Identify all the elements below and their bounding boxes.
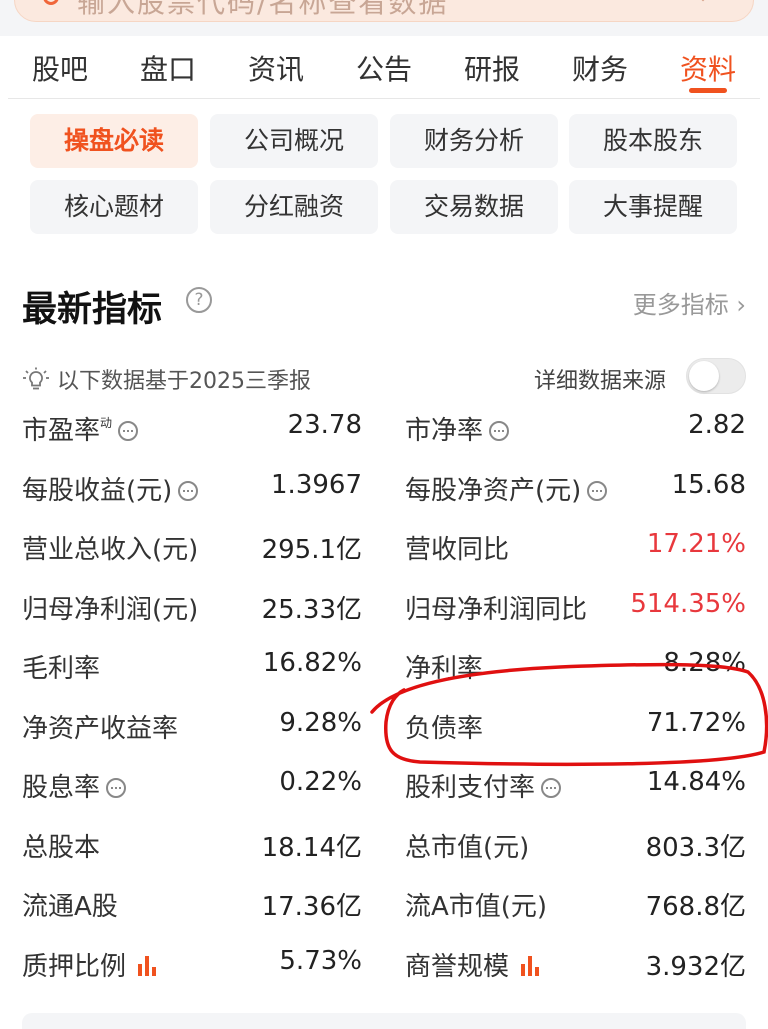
indicator-value: 768.8亿: [645, 892, 746, 922]
bar-chart-icon[interactable]: [519, 954, 545, 976]
indicator-label: 净利率: [405, 654, 484, 684]
question-circle-icon[interactable]: ?: [186, 287, 212, 313]
indicators-grid: 市盈率动 23.78 市净率 2.82 每股收益(元) 1.3967 每股净资产…: [0, 398, 768, 993]
indicator-label: 市净率: [405, 410, 510, 447]
indicator-label: 营收同比: [405, 535, 510, 565]
chip-company-overview[interactable]: 公司概况: [210, 114, 378, 168]
chip-dividend-financing[interactable]: 分红融资: [210, 180, 378, 234]
divider: [8, 98, 760, 99]
data-source-toggle[interactable]: [686, 358, 746, 394]
indicator-value: 514.35%: [630, 588, 746, 619]
indicator-value: 16.82%: [262, 648, 362, 678]
search-bar[interactable]: 输入股票代码/名称查看数据 ↗: [14, 0, 754, 22]
next-section-card: [22, 1013, 746, 1029]
data-basis-note: 以下数据基于2025三季报: [22, 363, 311, 395]
chip-trading-essentials[interactable]: 操盘必读: [30, 114, 198, 168]
chevron-right-icon: ›: [736, 291, 746, 319]
bar-chart-icon[interactable]: [136, 954, 162, 976]
indicator-value: 15.68: [671, 469, 746, 500]
tab-profile[interactable]: 资料: [680, 48, 736, 88]
info-dots-icon[interactable]: [489, 421, 510, 441]
indicator-row: 每股收益(元) 1.3967 每股净资产(元) 15.68: [0, 458, 768, 518]
indicator-row: 净资产收益率 9.28% 负债率 71.72%: [0, 696, 768, 756]
section-title: 最新指标: [22, 290, 163, 330]
indicator-label: 每股净资产(元): [405, 470, 608, 507]
info-dots-icon[interactable]: [587, 480, 608, 501]
indicator-label: 净资产收益率: [22, 713, 179, 744]
indicator-label: 营业总收入(元): [22, 535, 199, 565]
indicator-label: 股息率: [22, 767, 127, 804]
indicator-label: 负债率: [405, 713, 484, 744]
indicator-value: 803.3亿: [645, 832, 746, 863]
more-indicators-label: 更多指标: [632, 291, 729, 319]
indicator-label: 总股本: [22, 832, 101, 863]
lightbulb-icon: [23, 367, 49, 390]
indicator-value: 2.82: [688, 410, 746, 440]
indicator-value: 5.73%: [279, 945, 362, 976]
info-dots-icon[interactable]: [118, 421, 139, 441]
active-tab-indicator: [689, 88, 727, 93]
tab-research[interactable]: 研报: [464, 48, 520, 88]
chip-core-themes[interactable]: 核心题材: [30, 180, 198, 234]
indicator-label: 商誉规模: [405, 946, 545, 983]
indicator-label: 归母净利润(元): [22, 594, 199, 625]
indicator-value: 17.36亿: [261, 892, 362, 922]
chip-events[interactable]: 大事提醒: [569, 180, 737, 234]
indicator-label: 每股收益(元): [22, 470, 199, 507]
info-dots-icon[interactable]: [541, 778, 562, 798]
indicator-label: 归母净利润同比: [405, 594, 588, 625]
indicator-value: 23.78: [287, 410, 362, 440]
indicator-row: 流通A股 17.36亿 流A市值(元) 768.8亿: [0, 874, 768, 934]
indicator-row: 营业总收入(元) 295.1亿 营收同比 17.21%: [0, 517, 768, 577]
indicator-label: 股利支付率: [405, 767, 562, 804]
tab-finance[interactable]: 财务: [572, 48, 628, 88]
more-indicators-link[interactable]: 更多指标 ›: [633, 285, 746, 320]
indicator-value: 18.14亿: [261, 832, 362, 863]
data-basis-text: 以下数据基于2025三季报: [57, 369, 311, 394]
chip-shareholders[interactable]: 股本股东: [569, 114, 737, 168]
chip-trading-data[interactable]: 交易数据: [390, 180, 558, 234]
tab-news[interactable]: 资讯: [248, 48, 304, 88]
indicator-row: 质押比例 5.73% 商誉规模 3.932亿: [0, 934, 768, 994]
indicator-value: 17.21%: [646, 529, 746, 559]
indicator-value: 3.932亿: [645, 951, 746, 982]
info-dots-icon[interactable]: [106, 778, 127, 798]
toggle-knob: [689, 361, 719, 391]
indicator-row: 市盈率动 23.78 市净率 2.82: [0, 398, 768, 458]
arrow-icon: ↗: [699, 0, 717, 8]
tab-announcements[interactable]: 公告: [356, 48, 412, 88]
tab-guba[interactable]: 股吧: [32, 48, 88, 88]
indicator-value: 0.22%: [279, 767, 362, 797]
indicator-row: 总股本 18.14亿 总市值(元) 803.3亿: [0, 815, 768, 875]
indicator-label: 流A市值(元): [405, 892, 548, 922]
data-source-label: 详细数据来源: [534, 369, 667, 394]
indicator-value: 8.28%: [663, 648, 746, 678]
indicator-label: 毛利率: [22, 654, 101, 684]
content-panel: 股吧 盘口 资讯 公告 研报 财务 资料 操盘必读 公司概况 财务分析 股本股东…: [0, 36, 768, 1029]
indicator-value: 295.1亿: [261, 535, 362, 565]
info-dots-icon[interactable]: [178, 480, 199, 501]
indicator-value: 25.33亿: [261, 594, 362, 625]
indicator-label: 流通A股: [22, 892, 118, 922]
search-icon: [43, 0, 59, 5]
indicator-value: 14.84%: [646, 767, 746, 797]
top-bar: 输入股票代码/名称查看数据 ↗: [0, 0, 768, 36]
indicator-label: 质押比例: [22, 946, 162, 983]
tab-bar: 股吧 盘口 资讯 公告 研报 财务 资料: [0, 36, 768, 99]
tab-pankou[interactable]: 盘口: [140, 48, 196, 88]
indicator-label: 市盈率动: [22, 410, 139, 447]
indicator-value: 1.3967: [271, 469, 362, 500]
search-text: 输入股票代码/名称查看数据: [77, 0, 449, 19]
indicator-label: 总市值(元): [405, 832, 530, 863]
indicator-row: 归母净利润(元) 25.33亿 归母净利润同比 514.35%: [0, 577, 768, 637]
indicator-value: 71.72%: [646, 707, 746, 738]
indicator-value: 9.28%: [279, 707, 362, 738]
chip-financial-analysis[interactable]: 财务分析: [390, 114, 558, 168]
indicator-row: 毛利率 16.82% 净利率 8.28%: [0, 636, 768, 696]
indicator-row: 股息率 0.22% 股利支付率 14.84%: [0, 755, 768, 815]
